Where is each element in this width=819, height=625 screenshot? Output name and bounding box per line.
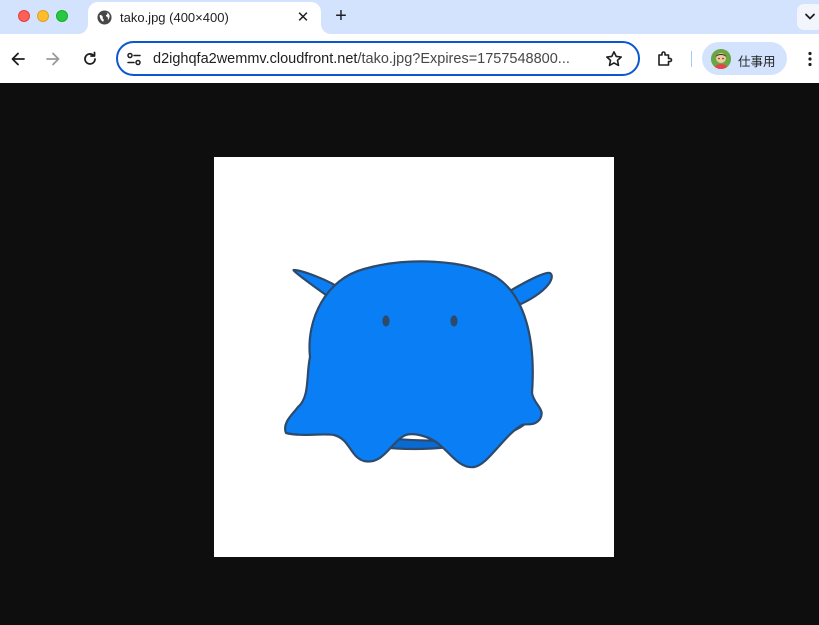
address-bar[interactable]: d2ighqfa2wemmv.cloudfront.net/tako.jpg?E… [116,41,640,76]
viewed-image[interactable] [214,157,614,557]
tab-strip: tako.jpg (400×400) ✕ + [0,0,819,34]
profile-label: 仕事用 [738,55,776,69]
browser-toolbar: d2ighqfa2wemmv.cloudfront.net/tako.jpg?E… [0,34,819,83]
window-zoom-button[interactable] [56,10,68,22]
avatar [711,49,731,69]
back-button[interactable] [8,49,28,69]
tab-close-button[interactable]: ✕ [294,9,312,27]
tab-tako-jpg[interactable]: tako.jpg (400×400) ✕ [88,2,321,34]
new-tab-button[interactable]: + [330,5,352,27]
profile-button[interactable]: 仕事用 [702,42,787,75]
arrow-right-icon [46,52,60,66]
forward-button[interactable] [43,49,63,69]
url-text: d2ighqfa2wemmv.cloudfront.net/tako.jpg?E… [153,51,593,67]
image-viewer [0,83,819,625]
more-vert-icon [808,51,812,67]
reload-button[interactable] [80,49,100,69]
puzzle-icon [658,51,673,66]
toolbar-separator [691,51,692,67]
bookmark-star-icon[interactable] [604,49,624,69]
tab-search-button[interactable] [797,4,819,30]
chevron-down-icon [805,13,815,20]
tab-title: tako.jpg (400×400) [120,10,229,25]
site-info-icon[interactable] [126,51,142,67]
url-host: d2ighqfa2wemmv.cloudfront.net [153,51,358,67]
browser-menu-button[interactable] [800,49,819,69]
arrow-left-icon [11,52,25,66]
window-minimize-button[interactable] [37,10,49,22]
octopus-illustration [284,260,553,469]
window-close-button[interactable] [18,10,30,22]
url-path: /tako.jpg?Expires=1757548800... [357,51,570,67]
reload-icon [84,51,96,65]
extensions-button[interactable] [655,49,675,69]
globe-icon [97,10,112,25]
